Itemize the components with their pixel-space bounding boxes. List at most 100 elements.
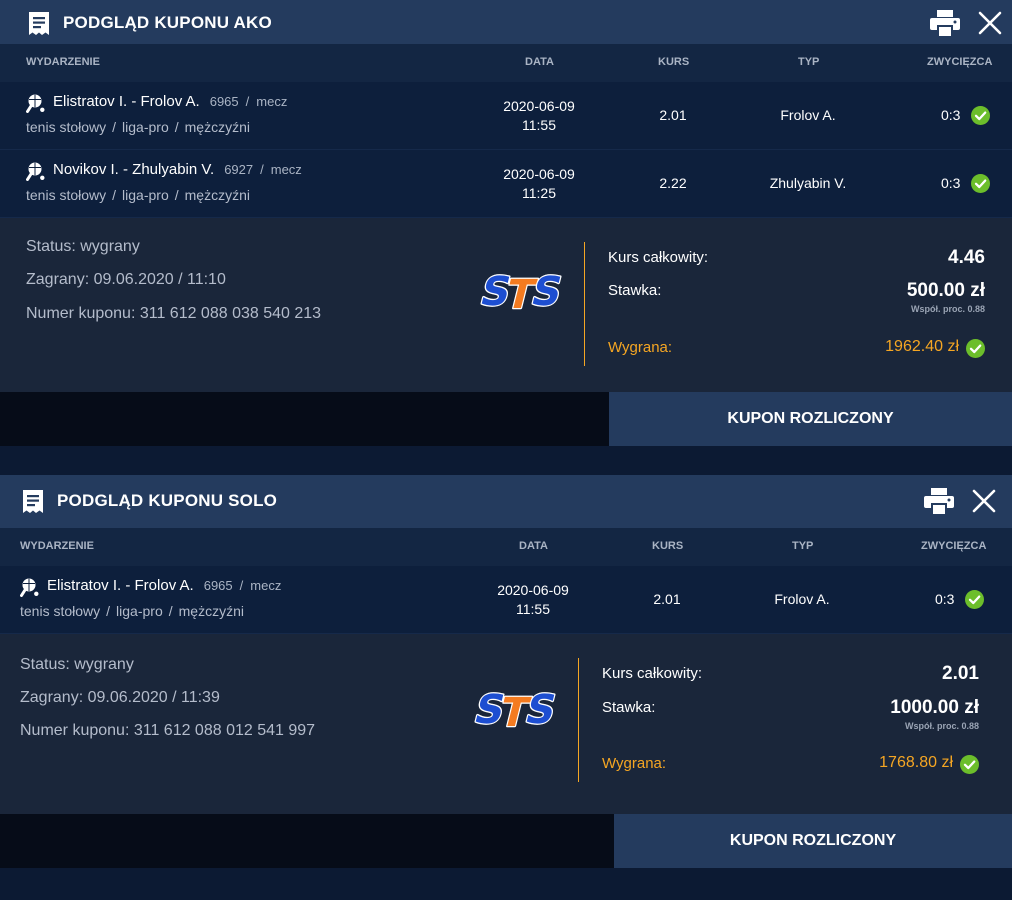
table-tennis-icon <box>26 94 45 113</box>
event-type: Zhulyabin V. <box>769 175 847 191</box>
event-odds: 2.01 <box>653 591 681 607</box>
divider <box>584 242 585 366</box>
event-date-time: 11:25 <box>522 185 556 201</box>
column-type: TYP <box>792 540 814 552</box>
event-number: 6927 <box>224 162 254 177</box>
win-label: Wygrana: <box>608 339 673 356</box>
event-odds: 2.22 <box>659 175 687 191</box>
coupon-settled-button[interactable]: KUPON ROZLICZONY <box>614 814 1012 868</box>
win-value: 1962.40 zł <box>885 338 959 355</box>
column-winner: ZWYCIĘZCA <box>921 540 987 552</box>
coupon-number: Numer kuponu: 311 612 088 038 540 213 <box>26 305 322 322</box>
event-kind: mecz <box>250 578 282 593</box>
win-label: Wygrana: <box>602 755 667 772</box>
column-headers: WYDARZENIE DATA KURS TYP ZWYCIĘZCA <box>0 44 1012 82</box>
column-event: WYDARZENIE <box>26 56 100 68</box>
coupon-footer: KUPON ROZLICZONY <box>0 814 1012 868</box>
coupon-header: PODGLĄD KUPONU SOLO <box>0 475 1012 528</box>
sts-logo <box>478 262 562 318</box>
column-headers: WYDARZENIE DATA KURS TYP ZWYCIĘZCA <box>0 528 1012 566</box>
event-league: liga-pro <box>116 603 163 619</box>
total-odds-value: 4.46 <box>948 247 985 268</box>
coupon-title: PODGLĄD KUPONU AKO <box>63 13 272 32</box>
total-odds-value: 2.01 <box>942 663 979 684</box>
event-date: 2020-06-09 11:55 <box>478 581 588 619</box>
event-kind: mecz <box>270 162 302 177</box>
stake-label: Stawka: <box>602 699 656 716</box>
coupon-summary: Status: wygrany Zagrany: 09.06.2020 / 11… <box>0 634 1012 814</box>
table-tennis-icon <box>20 578 39 597</box>
event-gender: mężczyźni <box>184 187 250 203</box>
stake-note: Współ. proc. 0.88 <box>910 304 985 314</box>
column-date: DATA <box>519 540 548 552</box>
event-result: 0:3 <box>941 175 961 191</box>
column-winner: ZWYCIĘZCA <box>927 56 993 68</box>
separator: / <box>239 578 244 593</box>
check-circle-icon <box>966 339 985 358</box>
stake-value: 500.00 zł <box>906 280 985 301</box>
column-odds: KURS <box>658 56 690 68</box>
event-date: 2020-06-09 11:55 <box>484 97 594 135</box>
event-date-day: 2020-06-09 <box>503 166 575 182</box>
coupon-header: PODGLĄD KUPONU AKO <box>0 0 1012 44</box>
stake-note: Współ. proc. 0.88 <box>904 721 979 731</box>
event-league: liga-pro <box>122 119 169 135</box>
event-category: tenis stołowy <box>26 119 107 135</box>
stake-value: 1000.00 zł <box>890 697 979 718</box>
event-league: liga-pro <box>122 187 169 203</box>
event-gender: mężczyźni <box>178 603 244 619</box>
event-type: Frolov A. <box>774 591 830 607</box>
column-date: DATA <box>525 56 554 68</box>
event-category: tenis stołowy <box>20 603 101 619</box>
event-date: 2020-06-09 11:25 <box>484 165 594 203</box>
check-circle-icon <box>971 106 990 125</box>
event-date-day: 2020-06-09 <box>497 582 569 598</box>
coupon-settled-button[interactable]: KUPON ROZLICZONY <box>609 392 1012 446</box>
separator: / <box>106 603 111 619</box>
coupon-number: Numer kuponu: 311 612 088 012 541 997 <box>20 722 316 739</box>
event-number: 6965 <box>209 94 239 109</box>
divider <box>578 658 579 782</box>
column-type: TYP <box>798 56 820 68</box>
printer-icon[interactable] <box>923 487 955 515</box>
column-event: WYDARZENIE <box>20 540 94 552</box>
separator: / <box>168 603 173 619</box>
coupon-played-date: Zagrany: 09.06.2020 / 11:10 <box>26 271 226 288</box>
total-odds-label: Kurs całkowity: <box>602 665 703 682</box>
event-number: 6965 <box>203 578 233 593</box>
event-category: tenis stołowy <box>26 187 107 203</box>
event-date-time: 11:55 <box>522 117 556 133</box>
event-result: 0:3 <box>935 591 955 607</box>
coupon-solo-panel: PODGLĄD KUPONU SOLO WYDARZENIE DATA KURS… <box>0 475 1012 868</box>
separator: / <box>112 187 117 203</box>
coupon-footer: KUPON ROZLICZONY <box>0 392 1012 446</box>
receipt-icon <box>28 11 50 36</box>
coupon-ako-panel: PODGLĄD KUPONU AKO WYDARZENIE DATA KURS … <box>0 0 1012 446</box>
event-row: Elistratov I. - Frolov A. 6965 / mecz tenis… <box>0 82 1012 150</box>
event-gender: mężczyźni <box>184 119 250 135</box>
close-icon[interactable] <box>978 11 1002 35</box>
event-name[interactable]: Elistratov I. - Frolov A. <box>47 577 194 594</box>
printer-icon[interactable] <box>929 9 961 37</box>
event-result: 0:3 <box>941 107 961 123</box>
event-row: Elistratov I. - Frolov A. 6965 / mecz tenis… <box>0 566 1012 634</box>
event-kind: mecz <box>256 94 288 109</box>
sts-logo <box>472 680 556 736</box>
event-name[interactable]: Elistratov I. - Frolov A. <box>53 93 200 110</box>
check-circle-icon <box>965 590 984 609</box>
total-odds-label: Kurs całkowity: <box>608 249 709 266</box>
close-icon[interactable] <box>972 489 996 513</box>
coupon-status: Status: wygrany <box>26 238 140 255</box>
table-tennis-icon <box>26 162 45 181</box>
coupon-summary: Status: wygrany Zagrany: 09.06.2020 / 11… <box>0 218 1012 392</box>
event-odds: 2.01 <box>659 107 687 123</box>
receipt-icon <box>22 489 44 514</box>
check-circle-icon <box>960 755 979 774</box>
coupon-title: PODGLĄD KUPONU SOLO <box>57 491 278 510</box>
event-row: Novikov I. - Zhulyabin V. 6927 / mecz tenis… <box>0 150 1012 218</box>
event-date-day: 2020-06-09 <box>503 98 575 114</box>
separator: / <box>245 94 250 109</box>
coupon-played-date: Zagrany: 09.06.2020 / 11:39 <box>20 689 220 706</box>
event-name[interactable]: Novikov I. - Zhulyabin V. <box>53 161 214 178</box>
event-type: Frolov A. <box>780 107 836 123</box>
